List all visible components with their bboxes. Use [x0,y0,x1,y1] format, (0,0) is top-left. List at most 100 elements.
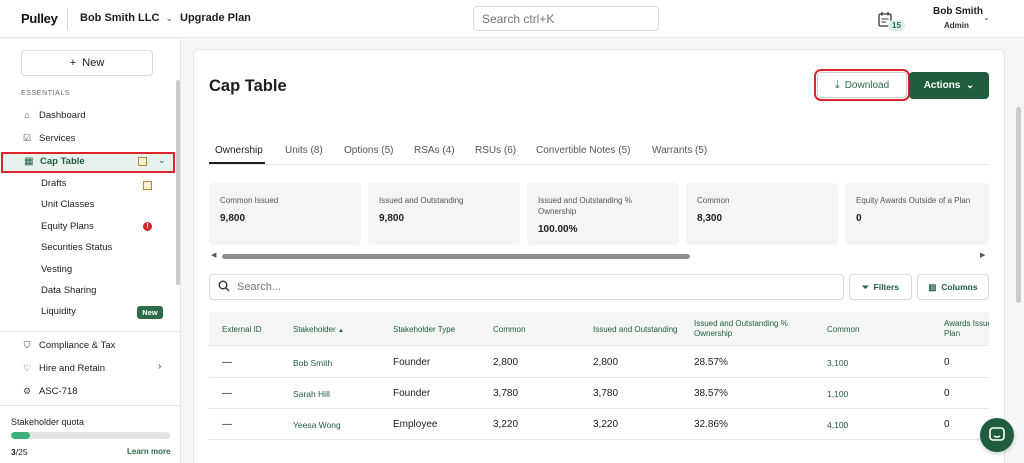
filters-label: Filters [873,281,900,292]
cell-stakeholder-link[interactable]: Bob Smith [293,358,332,368]
page-scrollbar[interactable] [1016,107,1021,303]
alert-icon: ! [143,222,152,231]
cell-common-link[interactable]: 4,100 [827,420,848,430]
stat-card-ownership-pct: Issued and Outstanding % Ownership 100.0… [527,183,679,245]
stat-label: Equity Awards Outside of a Plan [856,196,971,205]
top-bar: Pulley Bob Smith LLC ⌄ Upgrade Plan 15 Bo… [0,0,1024,38]
scroll-right-icon[interactable]: ▶ [980,251,985,259]
cell-issued: 3,220 [593,419,619,430]
stat-label: Common [697,196,730,205]
download-icon: ⤓ [834,79,840,91]
sidebar-item-unit-classes[interactable]: Unit Classes [41,197,94,213]
tab-ownership[interactable]: Ownership [215,145,263,156]
sidebar-item-services[interactable]: ☑ Services [21,130,75,146]
cell-common-link[interactable]: 3,100 [827,358,848,368]
pulley-logo[interactable]: Pulley [21,11,58,26]
cell-awards: 0 [944,419,950,430]
quota-count: 3/25 [11,447,28,457]
download-button[interactable]: ⤓ Download [814,69,910,101]
sidebar-item-compliance[interactable]: ⛉ Compliance & Tax [21,337,116,353]
cell-type: Founder [393,388,431,399]
sidebar-item-vesting[interactable]: Vesting [41,262,72,278]
company-switcher[interactable]: Bob Smith LLC ⌄ [80,12,173,24]
stat-value: 8,300 [697,213,723,224]
chevron-right-icon[interactable]: › [158,361,161,372]
new-badge: New [137,306,163,319]
section-label: ESSENTIALS [21,90,71,97]
column-header-awards[interactable]: Awards Issued Plan [944,319,989,339]
cell-issued: 3,780 [593,388,619,399]
upgrade-plan-link[interactable]: Upgrade Plan [180,12,251,24]
column-header-common[interactable]: Common [493,325,525,335]
cell-common-link[interactable]: 1,100 [827,389,848,399]
gear-icon: ⚙ [22,386,32,396]
tab-bar: Ownership Units (8) Options (5) RSAs (4)… [209,137,989,165]
user-name[interactable]: Bob Smith [933,6,983,17]
column-header-stakeholder-type[interactable]: Stakeholder Type [393,325,455,335]
home-icon: ⌂ [24,110,30,120]
sidebar-item-label: Hire and Retain [39,363,106,374]
column-header-stakeholder[interactable]: Stakeholder ▲ [293,325,344,336]
global-search-input[interactable] [473,6,659,31]
cell-type: Employee [393,419,438,430]
column-header-external-id[interactable]: External ID [222,325,262,335]
table-search-input[interactable] [209,274,844,300]
chevron-down-icon: ⌄ [165,13,173,23]
divider [0,331,180,332]
cell-stakeholder-link[interactable]: Sarah Hill [293,389,330,399]
sidebar-item-label: Services [39,133,76,144]
tab-options[interactable]: Options (5) [344,145,393,156]
filters-button[interactable]: ⏷ Filters [849,274,912,300]
chevron-down-icon[interactable]: ⌄ [983,13,990,22]
tab-rsas[interactable]: RSAs (4) [414,145,455,156]
stakeholder-quota: Stakeholder quota 3/25 Learn more [0,405,180,463]
new-button[interactable]: + New [21,50,153,76]
table-row[interactable]: — Bob Smith Founder 2,800 2,800 28.57% 3… [209,347,989,378]
sidebar-scrollbar[interactable] [176,80,180,285]
cap-table-panel: Cap Table ⤓ Download Actions ⌄ Ownership … [193,49,1005,463]
quota-progress-fill [11,432,31,439]
table-row[interactable]: — Sarah Hill Founder 3,780 3,780 38.57% … [209,378,989,409]
tab-rsus[interactable]: RSUs (6) [475,145,516,156]
sidebar-item-hire-retain[interactable]: ♡ Hire and Retain [21,360,105,376]
stat-card-common: Common 8,300 [686,183,838,245]
chat-button[interactable] [980,418,1014,452]
cell-common: 3,780 [493,388,519,399]
cell-type: Founder [393,357,431,368]
sidebar-item-cap-table[interactable]: ▦ Cap Table ⌄ [1,152,175,173]
tab-units[interactable]: Units (8) [285,145,323,156]
sidebar-item-equity-plans[interactable]: Equity Plans [41,219,94,235]
cell-ownership: 38.57% [694,388,728,399]
columns-icon: ▥ [928,281,937,292]
chevron-down-icon[interactable]: ⌄ [158,155,166,166]
columns-button[interactable]: ▥ Columns [917,274,989,300]
sidebar-item-label: Cap Table [40,156,85,167]
stat-label: Issued and Outstanding [379,196,464,205]
stat-card-issued-outstanding: Issued and Outstanding 9,800 [368,183,520,245]
horizontal-scrollbar[interactable] [222,254,690,259]
user-role: Admin [944,21,969,30]
sidebar-item-dashboard[interactable]: ⌂ Dashboard [21,107,85,123]
draft-icon [143,181,152,190]
checkbox-icon: ☑ [22,133,32,143]
cell-stakeholder-link[interactable]: Yeesa Wong [293,420,341,430]
chevron-down-icon: ⌄ [965,80,975,91]
learn-more-link[interactable]: Learn more [127,447,171,456]
sidebar-item-drafts[interactable]: Drafts [41,176,66,192]
tab-convertible-notes[interactable]: Convertible Notes (5) [536,145,630,156]
column-header-issued-outstanding[interactable]: Issued and Outstanding [593,325,678,335]
sidebar-item-liquidity[interactable]: Liquidity [41,304,76,320]
tab-warrants[interactable]: Warrants (5) [652,145,707,156]
table-header: External ID Stakeholder ▲ Stakeholder Ty… [209,312,989,346]
column-header-ownership-pct[interactable]: Issued and Outstanding % Ownership [694,319,804,339]
shield-icon: ⛉ [23,340,31,350]
column-header-common-2[interactable]: Common [827,325,859,335]
sidebar-item-asc718[interactable]: ⚙ ASC-718 [21,383,78,399]
sidebar-item-securities-status[interactable]: Securities Status [41,240,112,256]
scroll-left-icon[interactable]: ◀ [211,251,216,259]
table-row[interactable]: — Yeesa Wong Employee 3,220 3,220 32.86%… [209,409,989,440]
draft-icon [138,157,147,166]
actions-button[interactable]: Actions ⌄ [909,72,989,99]
company-name: Bob Smith LLC [80,12,160,24]
sidebar-item-data-sharing[interactable]: Data Sharing [41,283,96,299]
